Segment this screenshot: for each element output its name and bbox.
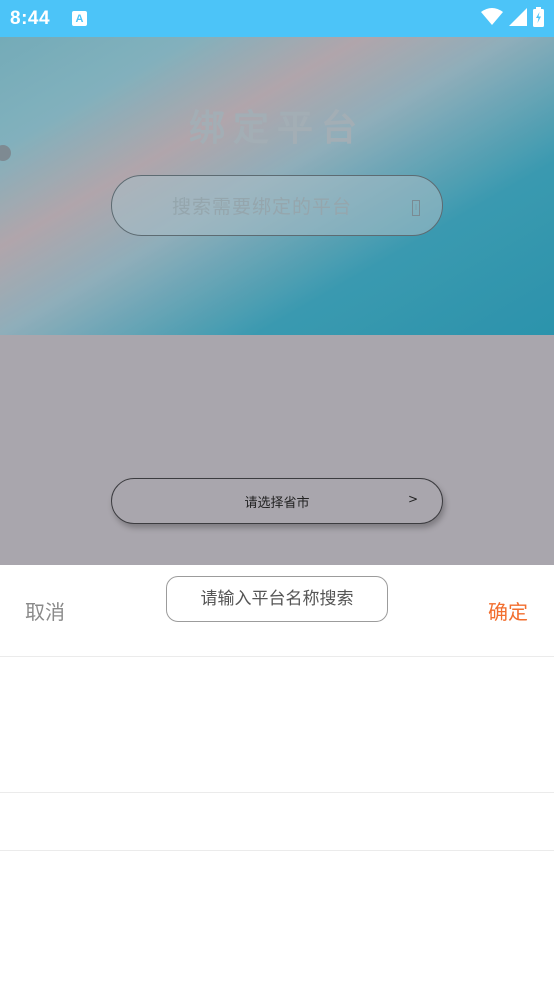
region-select-label: 请选择省市 <box>244 495 310 511</box>
search-icon: ⁝ <box>412 200 420 216</box>
status-time: 8:44 <box>10 7 51 29</box>
platform-search-placeholder: 搜索需要绑定的平台 <box>171 196 352 218</box>
wifi-icon <box>481 8 503 25</box>
chevron-right-icon: > <box>407 492 418 506</box>
status-bar: 8:44 A <box>0 0 554 37</box>
picker-sheet: 取消 确定 <box>0 565 554 985</box>
picker-row-divider <box>0 850 554 851</box>
cell-signal-icon <box>509 8 527 26</box>
notification-icon: A <box>72 11 88 26</box>
confirm-button[interactable]: 确定 <box>488 596 528 625</box>
cancel-button[interactable]: 取消 <box>25 596 65 625</box>
battery-icon <box>533 7 544 27</box>
platform-search-box[interactable]: 搜索需要绑定的平台 ⁝ <box>111 175 443 236</box>
picker-row[interactable] <box>0 657 554 792</box>
status-icons <box>481 7 544 27</box>
picker-row[interactable] <box>0 793 554 850</box>
region-select-button[interactable]: 请选择省市 > <box>111 478 443 524</box>
page-title: 绑定平台 <box>188 108 365 149</box>
background-page: 绑定平台 搜索需要绑定的平台 ⁝ 请选择省市 > <box>0 37 554 565</box>
platform-name-search-input[interactable] <box>166 576 388 622</box>
